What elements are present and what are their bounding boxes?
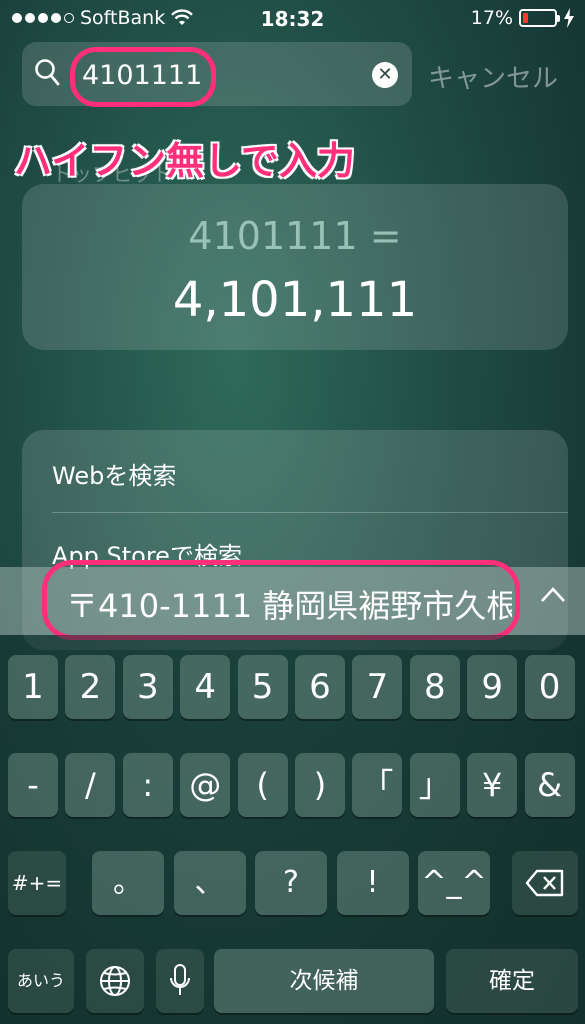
punct-key-0[interactable]: 。 xyxy=(92,851,164,915)
symbol-key-1[interactable]: / xyxy=(65,753,116,817)
next-candidate-key[interactable]: 次候補 xyxy=(214,949,434,1013)
key-label: 5 xyxy=(251,667,274,707)
microphone-icon xyxy=(170,964,190,995)
calc-expression: 4101111 = xyxy=(188,214,402,258)
key-label: : xyxy=(142,766,154,804)
key-label: 6 xyxy=(309,667,331,707)
dictation-key[interactable] xyxy=(156,949,204,1013)
symbol-key-9[interactable]: & xyxy=(524,753,575,817)
key-label: ? xyxy=(283,865,299,900)
digit-key-9[interactable]: 0 xyxy=(524,655,575,719)
calculator-result-card[interactable]: 4101111 = 4,101,111 xyxy=(22,184,568,350)
delete-icon xyxy=(525,869,564,897)
key-label: ^_^ xyxy=(421,865,487,900)
status-bar: SoftBank 18:32 17% xyxy=(0,0,585,38)
digit-key-1[interactable]: 2 xyxy=(65,655,116,719)
key-label: / xyxy=(85,766,96,804)
digit-key-2[interactable]: 3 xyxy=(122,655,173,719)
symbol-key-0[interactable]: - xyxy=(8,753,58,817)
key-label: 8 xyxy=(423,667,446,707)
suggestion-web-search[interactable]: Webを検索 xyxy=(52,456,176,491)
delete-key[interactable] xyxy=(512,851,578,915)
digit-key-8[interactable]: 9 xyxy=(467,655,518,719)
key-label: ¥ xyxy=(482,766,503,804)
punct-key-1[interactable]: 、 xyxy=(173,851,246,915)
cancel-button[interactable]: キャンセル xyxy=(428,58,558,95)
symbol-key-6[interactable]: 「 xyxy=(352,753,403,817)
digit-key-7[interactable]: 8 xyxy=(409,655,460,719)
annotation-caption: ハイフン無しで入力 xyxy=(14,139,355,183)
symbol-key-8[interactable]: ¥ xyxy=(467,753,518,817)
globe-icon xyxy=(100,966,130,996)
digit-key-5[interactable]: 6 xyxy=(295,655,345,719)
kana-switch-key[interactable]: あいう xyxy=(8,949,74,1013)
search-highlight-outline xyxy=(70,47,216,107)
symbol-key-5[interactable]: ) xyxy=(295,753,345,817)
globe-key[interactable] xyxy=(86,949,144,1013)
key-label: & xyxy=(537,766,563,804)
key-label: あいう xyxy=(16,971,65,990)
key-label: 「 xyxy=(361,766,394,804)
digit-key-0[interactable]: 1 xyxy=(8,655,58,719)
key-label: - xyxy=(27,766,39,804)
symbol-mode-key[interactable]: #+= xyxy=(8,851,66,915)
key-label: 次候補 xyxy=(289,968,359,994)
key-label: 。 xyxy=(113,865,143,900)
punct-key-2[interactable]: ? xyxy=(255,851,327,915)
charging-bolt-icon xyxy=(564,8,574,28)
symbol-key-3[interactable]: @ xyxy=(180,753,231,817)
battery-percent: 17% xyxy=(470,7,513,29)
key-label: 3 xyxy=(136,667,159,707)
candidate-highlight-outline xyxy=(42,560,520,640)
key-label: @ xyxy=(189,766,222,804)
digit-key-4[interactable]: 5 xyxy=(237,655,288,719)
clear-text-button[interactable]: ✕ xyxy=(372,62,398,88)
symbol-key-4[interactable]: ( xyxy=(237,753,288,817)
key-label: 7 xyxy=(366,667,389,707)
keyboard: 1234567890 - /: @ () 「」 ¥ & #+= 。 、?! ^_^ あいう 次候… xyxy=(0,635,585,1024)
punct-key-4[interactable]: ^_^ xyxy=(418,851,490,915)
key-label: #+= xyxy=(11,871,63,895)
digit-key-3[interactable]: 4 xyxy=(180,655,231,719)
battery-group: 17% xyxy=(471,7,575,29)
key-label: ( xyxy=(256,766,269,804)
key-label: 、 xyxy=(194,865,225,900)
key-label: 2 xyxy=(79,667,102,707)
key-label: 0 xyxy=(538,667,561,707)
search-icon xyxy=(35,59,60,86)
key-label: 9 xyxy=(481,667,503,707)
key-label: 4 xyxy=(194,667,216,707)
key-label: 」 xyxy=(418,766,451,804)
confirm-key[interactable]: 確定 xyxy=(446,949,578,1013)
calc-result: 4,101,111 xyxy=(172,272,418,328)
symbol-key-2[interactable]: : xyxy=(122,753,173,817)
chevron-up-icon[interactable] xyxy=(539,581,567,609)
punct-key-3[interactable]: ! xyxy=(336,851,409,915)
key-label: ) xyxy=(313,766,327,804)
battery-icon xyxy=(519,9,560,27)
divider xyxy=(52,512,568,513)
key-label: 確定 xyxy=(489,968,535,994)
key-label: 1 xyxy=(22,667,44,707)
digit-key-6[interactable]: 7 xyxy=(352,655,403,719)
close-icon: ✕ xyxy=(377,64,393,85)
key-label: ! xyxy=(366,865,379,900)
symbol-key-7[interactable]: 」 xyxy=(409,753,460,817)
